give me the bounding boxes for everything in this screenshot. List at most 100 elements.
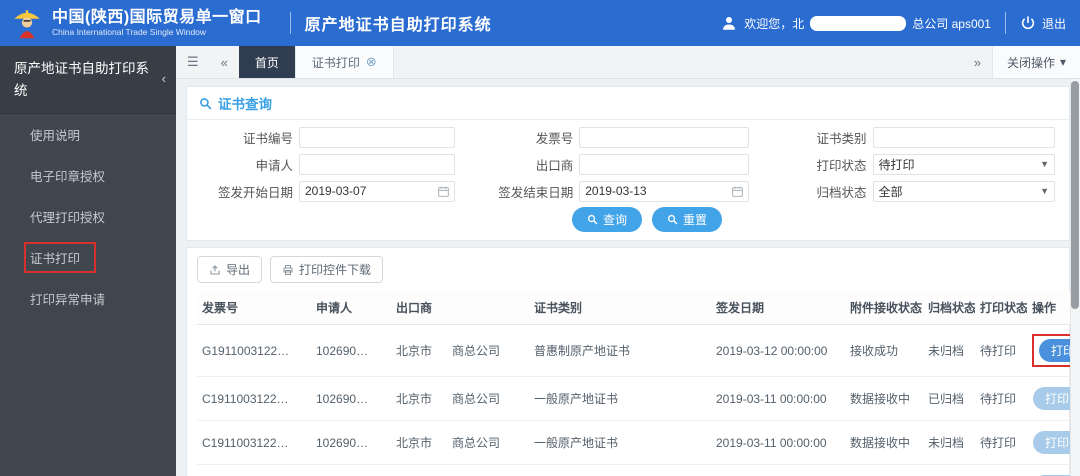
cell-issue-date: 2019-03-11 00:00:00 [711, 420, 845, 465]
issue-start-value: 2019-03-07 [305, 184, 367, 198]
cell-cert-type: 一般原产地证书 [529, 420, 711, 465]
query-panel-header: 证书查询 [187, 87, 1069, 120]
reset-button[interactable]: 重置 [652, 207, 723, 232]
logout-label: 退出 [1041, 16, 1066, 31]
sidebar-item-usage-instructions[interactable]: 使用说明 [0, 114, 176, 155]
tab-close-icon[interactable]: ⊗ [366, 54, 377, 70]
page-title: 原产地证书自助打印系统 [304, 17, 492, 34]
search-icon [587, 214, 598, 225]
calendar-icon[interactable] [437, 185, 450, 198]
print-control-download-button[interactable]: 打印控件下载 [270, 256, 384, 283]
field-applicant: 申请人 [193, 152, 456, 176]
export-icon [210, 264, 220, 275]
col-print-status: 打印状态 [975, 291, 1027, 325]
table-toolbar: 导出 打印控件下载 [197, 256, 1059, 283]
cell-attach-status: 接收成功 [845, 464, 923, 476]
applicant-input[interactable] [299, 153, 456, 175]
menu-toggle-icon[interactable]: ☰ [176, 46, 210, 78]
close-operations-dropdown[interactable]: 关闭操作 ▾ [991, 46, 1080, 78]
export-button[interactable]: 导出 [197, 256, 263, 283]
field-issue-end-date: 签发结束日期 2019-03-13 [473, 179, 749, 203]
select-caret-icon: ▼ [1040, 186, 1049, 196]
col-applicant: 申请人 [311, 291, 391, 325]
certificate-query-panel: 证书查询 证书编号 发票号 证书类别 申请人 出口商 打印状态 待打印 ▼ 签发… [186, 86, 1070, 241]
search-icon [667, 214, 678, 225]
app-header: 中国(陕西)国际贸易单一窗口 China International Trade… [0, 0, 1080, 46]
cell-attach-status: 数据接收中 [845, 420, 923, 465]
sidebar-item-proxy-print-authorization[interactable]: 代理打印授权 [0, 196, 176, 237]
brand-logo-icon [14, 10, 40, 39]
main-content: 证书查询 证书编号 发票号 证书类别 申请人 出口商 打印状态 待打印 ▼ 签发… [176, 79, 1080, 476]
table-row: C1911003122… 102690… 北京市 商总公司 一般原产地证书 201… [197, 376, 1080, 421]
exporter-input[interactable] [579, 153, 749, 175]
cell-cert-type: 一般原产地证书 [529, 376, 711, 421]
calendar-icon[interactable] [731, 185, 744, 198]
cell-cert-type: 普惠制原产地证书 [529, 324, 711, 377]
cell-attach-status: 数据接收中 [845, 376, 923, 421]
issue-end-value: 2019-03-13 [585, 184, 647, 198]
tabs-scroll-left-icon[interactable]: « [210, 46, 239, 78]
field-cert-type: 证书类别 [767, 125, 1055, 149]
archive-status-value: 全部 [878, 184, 903, 199]
scrollbar-thumb[interactable] [1071, 81, 1079, 309]
cert-table-body: G1911003122… 102690… 北京市 商总公司 普惠制原产地证书 20… [197, 324, 1080, 476]
sidebar-item-eseal-authorization[interactable]: 电子印章授权 [0, 155, 176, 196]
certificate-table-panel: 导出 打印控件下载 发票号 申请人 出口商 证书类别 签发日期 附件接收状态 归… [186, 247, 1080, 476]
table-row: C1911003122… 102690… 北京市 商总公司 一般原产地证书 201… [197, 420, 1080, 465]
table-header-row: 发票号 申请人 出口商 证书类别 签发日期 附件接收状态 归档状态 打印状态 操… [197, 291, 1080, 325]
search-button[interactable]: 查询 [572, 207, 643, 232]
sidebar-collapse-icon[interactable]: ‹ [158, 69, 166, 90]
cell-print-status: 待打印 [975, 464, 1027, 476]
brand-subtitle: China International Trade Single Window [52, 27, 207, 38]
issue-start-label: 签发开始日期 [217, 185, 293, 200]
cell-archive-status: 已归档 [923, 464, 975, 476]
issue-start-date-input[interactable]: 2019-03-07 [299, 180, 456, 202]
cell-invoice-no: G1911003122… [197, 324, 311, 377]
cell-exporter: 北京市工商总公司 [391, 464, 529, 476]
tab-certificate-print[interactable]: 证书打印 ⊗ [294, 46, 394, 78]
sidebar-item-certificate-print[interactable]: 证书打印 [0, 237, 176, 278]
archive-status-select[interactable]: 全部 ▼ [872, 180, 1055, 202]
cert-no-input[interactable] [299, 126, 456, 148]
search-icon [200, 97, 212, 109]
close-operations-label: 关闭操作 [1006, 55, 1055, 70]
cell-issue-date: 2019-03-12 00:00:00 [711, 324, 845, 377]
print-status-select[interactable]: 待打印 ▼ [872, 153, 1055, 175]
sidebar-item-print-exception-request[interactable]: 打印异常申请 [0, 278, 176, 319]
col-issue-date: 签发日期 [711, 291, 845, 325]
cell-exporter: 北京市 商总公司 [391, 324, 529, 377]
cell-applicant: 102690… [311, 420, 391, 465]
cell-applicant: 102690… [311, 376, 391, 421]
cell-applicant: 102690… [311, 324, 391, 377]
field-issue-start-date: 签发开始日期 2019-03-07 [193, 179, 456, 203]
user-avatar-icon [723, 17, 736, 30]
tab-home[interactable]: 首页 [238, 46, 295, 78]
cell-applicant: 102690… [311, 464, 391, 476]
table-row: G1911003122… 102690… 北京市 商总公司 普惠制原产地证书 20… [197, 324, 1080, 377]
col-exporter: 出口商 [391, 291, 529, 325]
vertical-scrollbar[interactable] [1070, 79, 1080, 476]
cell-invoice-no: C1911003122… [197, 420, 311, 465]
cell-print-status: 待打印 [975, 376, 1027, 421]
cert-type-input[interactable] [872, 126, 1055, 148]
query-actions: 查询 重置 [187, 203, 1069, 240]
certificate-table: 发票号 申请人 出口商 证书类别 签发日期 附件接收状态 归档状态 打印状态 操… [197, 291, 1080, 476]
table-row: T1911003122… 102690… 北京市工商总公司 各国烟草真实性证书 … [197, 464, 1080, 476]
invoice-no-label: 发票号 [535, 131, 574, 146]
col-archive-status: 归档状态 [923, 291, 975, 325]
issue-end-date-input[interactable]: 2019-03-13 [579, 180, 749, 202]
col-attach-status: 附件接收状态 [845, 291, 923, 325]
col-cert-type: 证书类别 [529, 291, 711, 325]
tab-label: 证书打印 [311, 55, 360, 70]
user-welcome: 欢迎您，北 总公司 aps001 [720, 14, 991, 32]
cell-issue-date: 2019-03-11 00:00:00 [711, 376, 845, 421]
invoice-no-input[interactable] [579, 126, 749, 148]
tabs-scroll-right-icon[interactable]: » [963, 46, 992, 78]
print-status-label: 打印状态 [816, 158, 867, 173]
cert-no-label: 证书编号 [242, 131, 293, 146]
logout-button[interactable]: 退出 [1020, 15, 1066, 32]
sidebar-header[interactable]: 原产地证书自助打印系统 ‹ [0, 46, 176, 115]
archive-status-label: 归档状态 [816, 185, 867, 200]
caret-down-icon: ▾ [1059, 55, 1066, 69]
cert-type-label: 证书类别 [816, 131, 867, 146]
